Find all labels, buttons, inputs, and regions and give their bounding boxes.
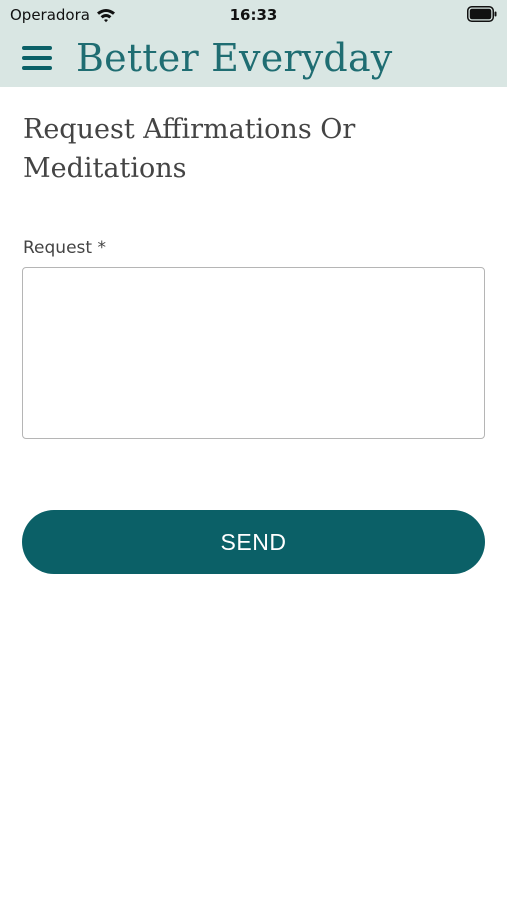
request-label: Request * <box>23 238 106 258</box>
top-bar: Operadora 16:33 Better Everyday <box>0 0 507 87</box>
status-time: 16:33 <box>229 6 278 24</box>
send-button[interactable]: SEND <box>22 510 485 574</box>
app-title: Better Everyday <box>76 36 393 80</box>
battery-icon <box>467 6 497 22</box>
status-bar: Operadora 16:33 <box>0 0 507 30</box>
app-header: Better Everyday <box>0 30 507 87</box>
menu-bar-middle <box>22 56 52 60</box>
menu-bar-bottom <box>22 66 52 70</box>
page-title: Request Affirmations Or Meditations <box>23 114 356 184</box>
request-input[interactable] <box>22 267 485 439</box>
hamburger-menu-icon[interactable] <box>22 46 52 70</box>
menu-bar-top <box>22 46 52 50</box>
